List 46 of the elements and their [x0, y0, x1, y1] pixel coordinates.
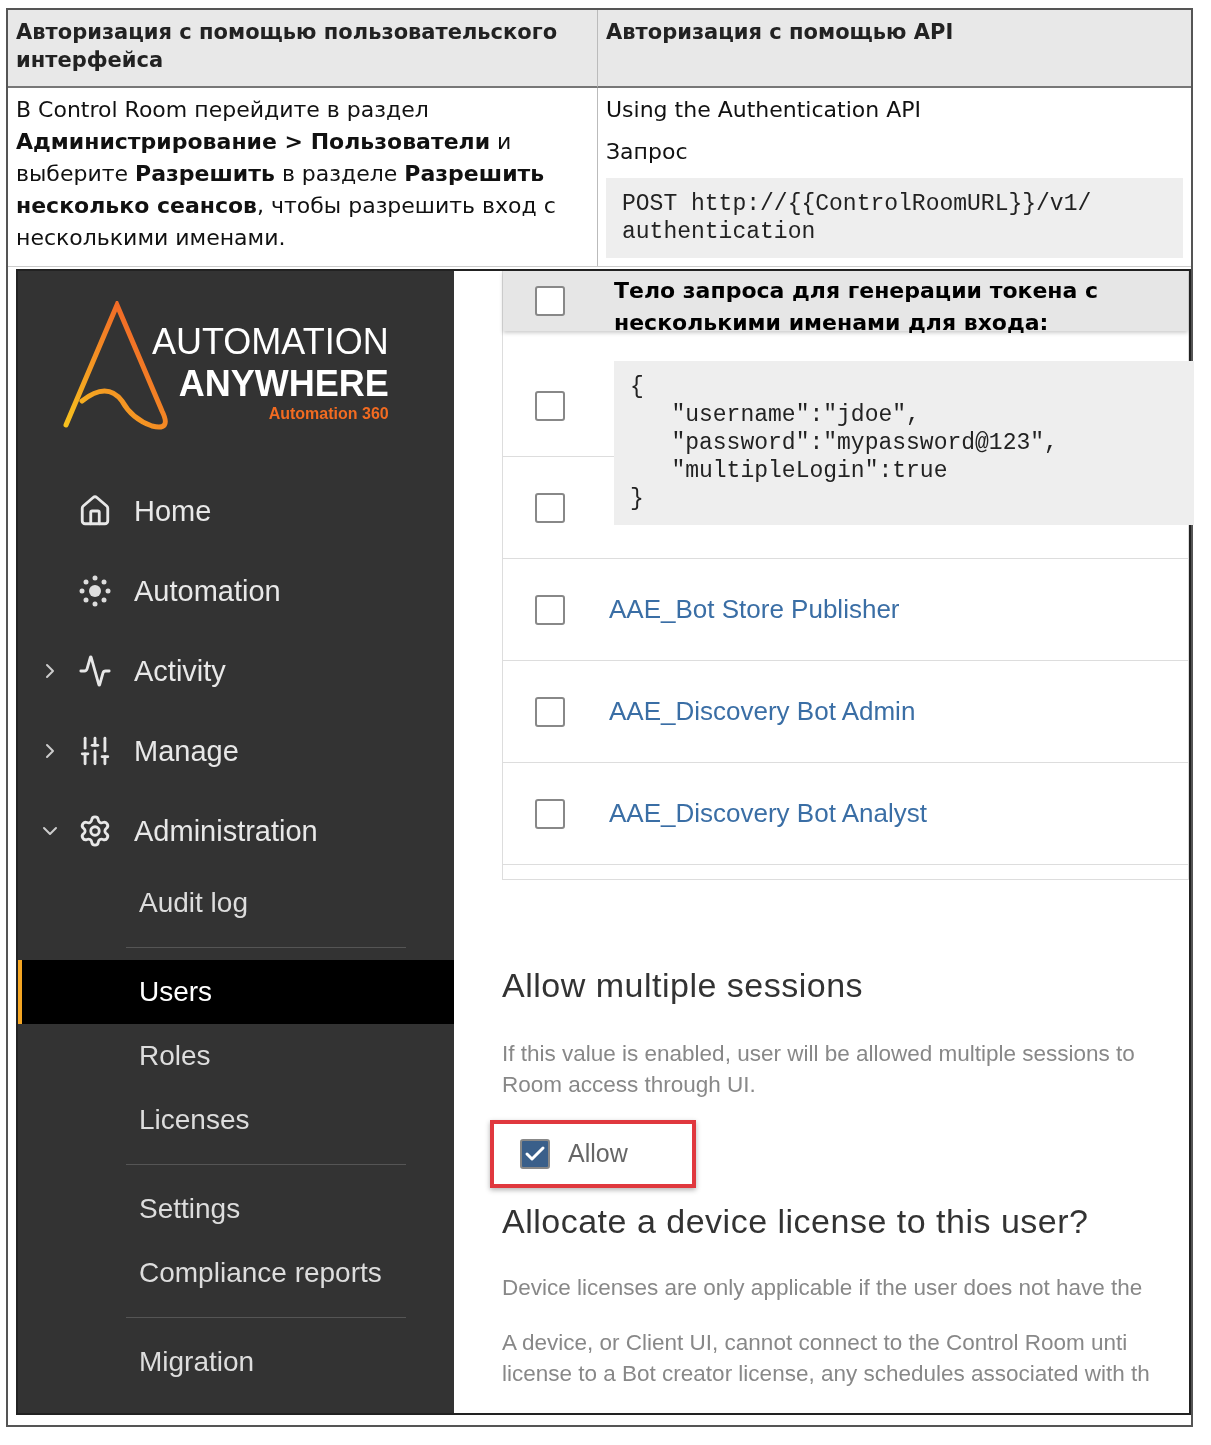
- column-header: Авторизация с помощью пользовательского интерфейса: [8, 10, 598, 88]
- nav-subitem[interactable]: Settings: [18, 1177, 454, 1241]
- pulse-icon: [78, 654, 112, 688]
- description-text: Room access through UI.: [502, 1071, 757, 1100]
- checkbox[interactable]: [535, 390, 565, 421]
- nav-item[interactable]: Administration: [134, 814, 318, 848]
- home-icon: [78, 494, 112, 528]
- dots-icon: [78, 574, 112, 608]
- checkbox[interactable]: [535, 492, 565, 523]
- checkbox[interactable]: [535, 594, 565, 625]
- api-title: Using the Authentication API: [606, 96, 922, 124]
- description-text: Device licenses are only applicable if the user does not have the: [502, 1274, 1144, 1302]
- nav-subitem[interactable]: Licenses: [18, 1088, 454, 1152]
- nav-subitem[interactable]: Compliance reports: [18, 1241, 454, 1305]
- nav-item[interactable]: Automation: [134, 574, 281, 608]
- code-block: POST http://{{ControlRoomURL}}/v1/ authentication: [606, 178, 1183, 258]
- logo-subtitle: Automation 360: [268, 405, 389, 423]
- allow-checkbox[interactable]: [520, 1138, 550, 1169]
- select-all-checkbox[interactable]: [535, 286, 565, 316]
- description-text: If this value is enabled, user will be allowed multiple sessions to: [502, 1040, 1136, 1069]
- gear-icon: [78, 814, 112, 848]
- column-header: Авторизация с помощью API: [598, 10, 1191, 88]
- nav-subitem[interactable]: Users: [18, 960, 454, 1024]
- nav-item[interactable]: Manage: [134, 734, 239, 768]
- sliders-icon: [78, 734, 112, 768]
- request-label: Запрос: [606, 138, 689, 166]
- body-label: Тело запроса для генерации токена с несколькими именами для входа:: [614, 277, 1100, 337]
- nav-item[interactable]: Home: [134, 494, 212, 528]
- description-text: license to a Bot creator license, any schedules associated with th: [502, 1360, 1151, 1388]
- user-name[interactable]: AAE_Discovery Bot Analyst: [609, 798, 927, 829]
- code-block: { "username":"jdoe", "password":"mypassword@123", "multipleLogin":true }: [614, 361, 1194, 525]
- section-title: Allow multiple sessions: [502, 966, 865, 1005]
- user-name[interactable]: AAE_Discovery Bot Admin: [609, 696, 916, 727]
- checkbox[interactable]: [535, 696, 565, 727]
- instructions-text: В Control Room перейдите в раздел Администрирование > Пользователи и выберите Разрешить в разделе Разрешить несколько сеансов, чтобы разрешить вход с несколькими именами.: [16, 97, 556, 250]
- section-title: Allocate a device license to this user?: [502, 1201, 1090, 1241]
- nav-subitem[interactable]: Audit log: [18, 871, 454, 935]
- nav-item[interactable]: Activity: [134, 654, 226, 688]
- checkbox[interactable]: [535, 798, 565, 829]
- nav-subitem[interactable]: Migration: [18, 1330, 454, 1394]
- logo-text: AUTOMATION: [152, 321, 389, 363]
- logo-text: ANYWHERE: [178, 363, 389, 405]
- user-name[interactable]: AAE_Bot Store Publisher: [609, 594, 900, 625]
- nav-subitem[interactable]: Roles: [18, 1024, 454, 1088]
- checkbox-label: Allow: [568, 1139, 628, 1169]
- description-text: A device, or Client UI, cannot connect to the Control Room unti: [502, 1329, 1129, 1357]
